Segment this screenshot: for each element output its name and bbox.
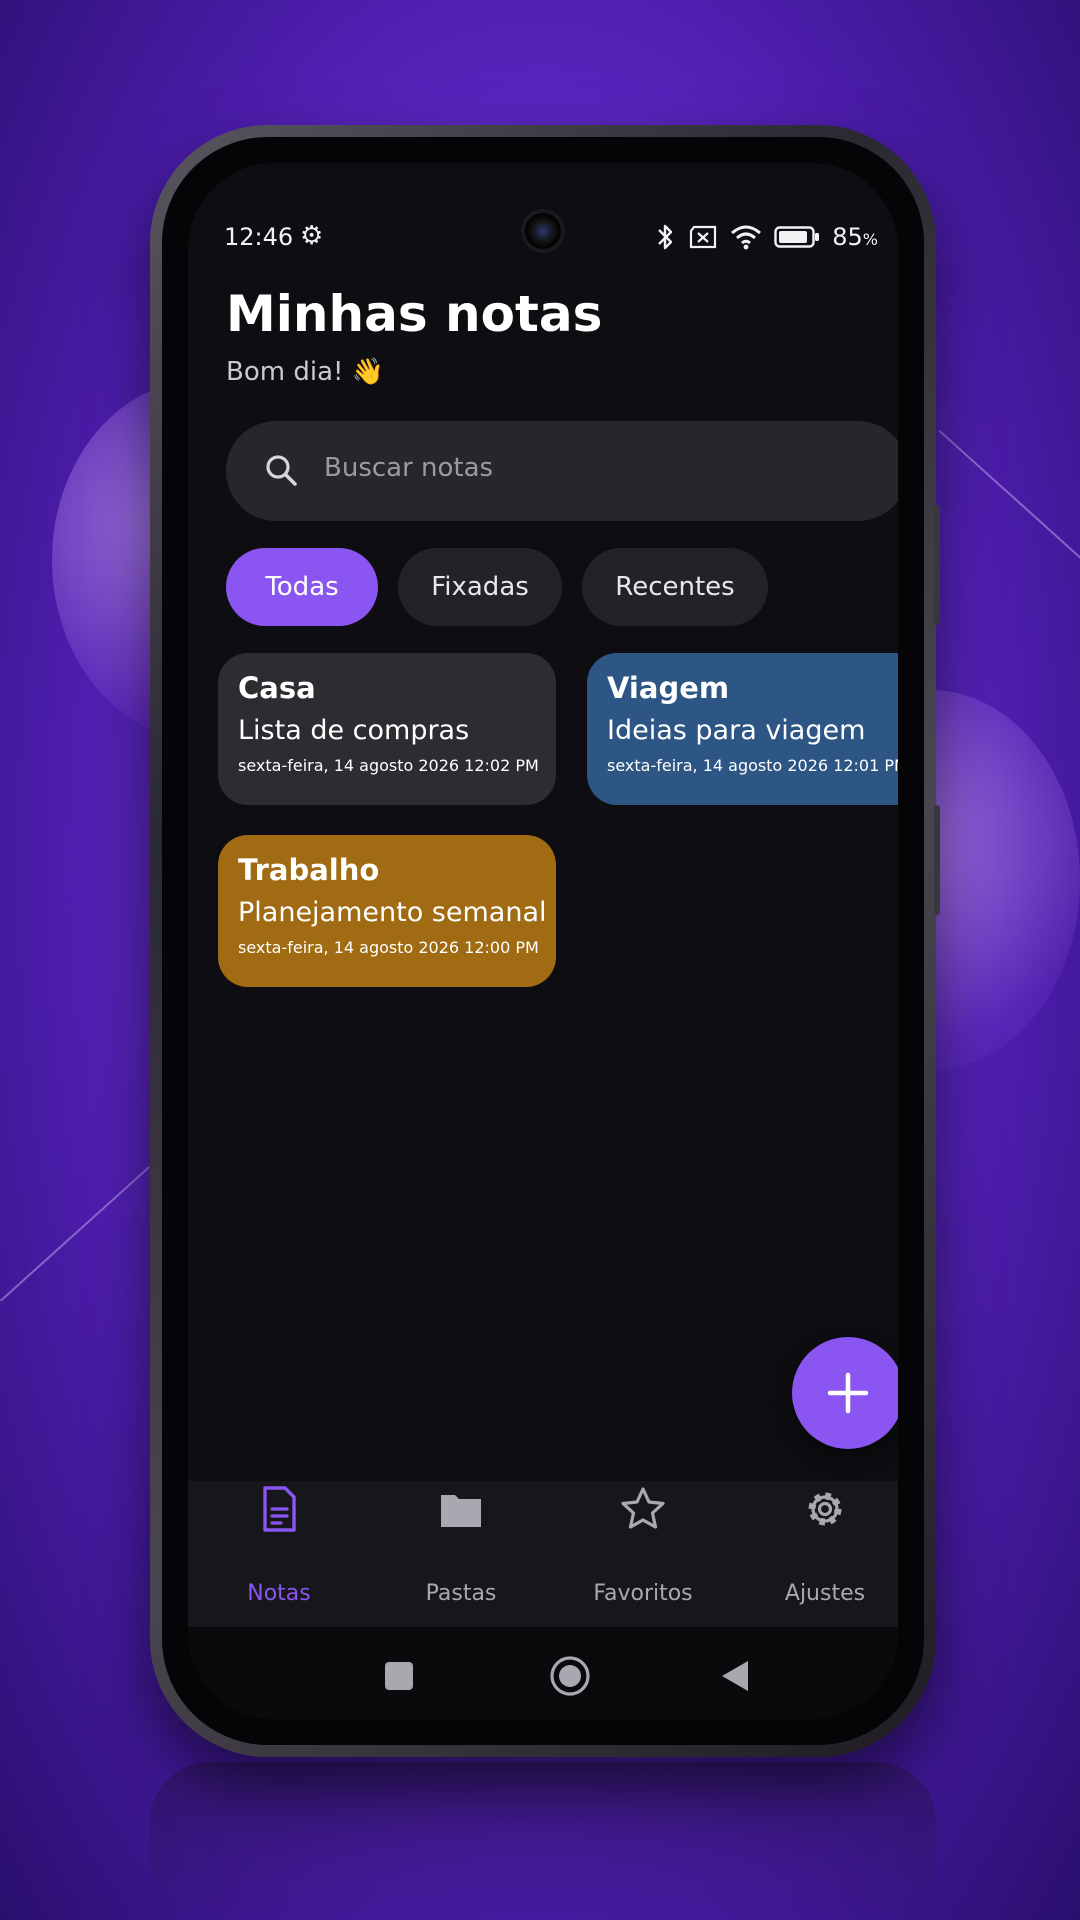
nav-label: Ajustes — [784, 1581, 866, 1606]
note-icon — [263, 1486, 296, 1532]
volume-button — [934, 505, 940, 625]
note-folder: Viagem — [607, 671, 730, 705]
add-note-button[interactable] — [792, 1337, 898, 1449]
note-card-viagem[interactable]: Viagem Ideias para viagem sexta-feira, 1… — [587, 653, 898, 805]
note-date: sexta-feira, 14 agosto 2026 12:02 PM — [238, 756, 539, 775]
nav-label: Favoritos — [593, 1581, 693, 1606]
note-folder: Casa — [238, 671, 316, 705]
note-date: sexta-feira, 14 agosto 2026 12:00 PM — [238, 938, 539, 957]
bottom-navigation: Notas Pastas Favoritos Ajustes — [188, 1481, 898, 1627]
folder-icon — [441, 1495, 481, 1527]
settings-icon: ⚙ — [300, 221, 324, 251]
phone-reflection — [150, 1762, 936, 1920]
background-line-left — [0, 1166, 150, 1302]
nav-item-notas[interactable]: Notas — [188, 1481, 370, 1627]
nav-item-favoritos[interactable]: Favoritos — [552, 1481, 734, 1627]
status-icons: 85% — [656, 223, 878, 251]
note-title: Planejamento semanal — [238, 897, 547, 928]
note-card-trabalho[interactable]: Trabalho Planejamento semanal sexta-feir… — [218, 835, 556, 987]
filter-chip-todas[interactable]: Todas — [226, 548, 378, 626]
note-card-casa[interactable]: Casa Lista de compras sexta-feira, 14 ag… — [218, 653, 556, 805]
filter-chip-recentes[interactable]: Recentes — [582, 548, 768, 626]
status-bar: 12:46 ⚙ 85% — [224, 219, 878, 259]
gear-icon — [808, 1492, 842, 1526]
battery-icon — [774, 226, 820, 248]
recents-square-icon[interactable] — [384, 1661, 414, 1691]
filter-chip-fixadas[interactable]: Fixadas — [398, 548, 562, 626]
background-line-right — [938, 430, 1080, 559]
note-date: sexta-feira, 14 agosto 2026 12:01 PM — [607, 756, 898, 775]
page-title: Minhas notas — [226, 285, 603, 343]
note-folder: Trabalho — [238, 853, 380, 887]
greeting-text: Bom dia! 👋 — [226, 357, 385, 387]
home-circle-icon[interactable] — [549, 1655, 591, 1697]
bluetooth-icon — [658, 224, 673, 250]
search-icon — [266, 455, 297, 486]
nav-item-pastas[interactable]: Pastas — [370, 1481, 552, 1627]
battery-level: 85% — [832, 223, 878, 251]
plus-icon — [827, 1372, 869, 1414]
search-bar[interactable]: Buscar notas — [226, 421, 898, 521]
wifi-icon — [731, 225, 762, 250]
search-placeholder: Buscar notas — [324, 453, 494, 483]
nav-label: Pastas — [425, 1581, 497, 1606]
phone-bezel: 12:46 ⚙ 85% Minhas notas Bom dia! 👋 Busc… — [162, 137, 924, 1745]
phone-frame: 12:46 ⚙ 85% Minhas notas Bom dia! 👋 Busc… — [150, 125, 940, 1757]
system-navigation-bar — [188, 1627, 898, 1719]
app-screen: 12:46 ⚙ 85% Minhas notas Bom dia! 👋 Busc… — [188, 163, 898, 1719]
back-triangle-icon[interactable] — [720, 1659, 750, 1693]
power-button — [934, 805, 940, 915]
nav-item-ajustes[interactable]: Ajustes — [734, 1481, 898, 1627]
no-sim-icon — [690, 225, 717, 249]
note-title: Ideias para viagem — [607, 715, 866, 746]
status-time: 12:46 — [224, 223, 294, 251]
note-title: Lista de compras — [238, 715, 470, 746]
nav-label: Notas — [247, 1581, 311, 1606]
star-icon — [621, 1487, 665, 1529]
